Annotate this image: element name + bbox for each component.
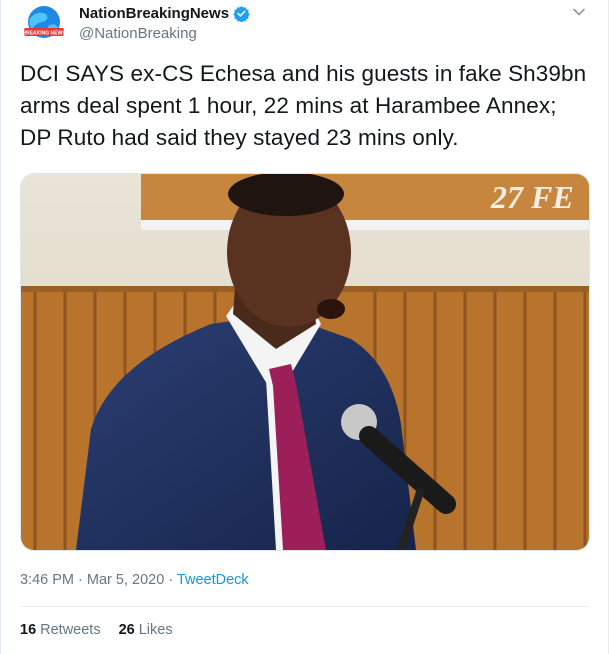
likes-label: Likes <box>138 622 173 638</box>
speaker-photo: 27 FE <box>21 174 589 550</box>
engagement-stats: 16 Retweets 26 Likes <box>20 622 173 638</box>
tweet-text: DCI SAYS ex-CS Echesa and his guests in … <box>20 61 587 150</box>
retweets-stat[interactable]: 16 Retweets <box>20 622 101 638</box>
meta-separator: · <box>168 572 177 588</box>
tweet-date[interactable]: Mar 5, 2020 <box>87 572 164 588</box>
verified-badge-icon <box>233 6 250 22</box>
avatar[interactable]: BREAKING NEWS <box>20 2 68 50</box>
retweets-label: Retweets <box>40 622 101 638</box>
tweet-meta: 3:46 PM · Mar 5, 2020 · TweetDeck <box>20 572 249 588</box>
tweet-photo[interactable]: 27 FE <box>20 173 590 551</box>
globe-logo-icon: BREAKING NEWS <box>22 6 66 38</box>
divider <box>20 606 589 607</box>
likes-count: 26 <box>118 622 135 638</box>
avatar-logo-text: BREAKING NEWS <box>22 31 66 37</box>
tweet-time[interactable]: 3:46 PM <box>20 572 74 588</box>
banner-text: 27 FE <box>490 179 574 215</box>
chevron-down-icon[interactable] <box>572 5 586 19</box>
author-name-row: NationBreakingNews <box>79 5 250 22</box>
likes-stat[interactable]: 26 Likes <box>119 622 173 638</box>
tweet-card: BREAKING NEWS NationBreakingNews @Nation… <box>0 0 609 654</box>
tweet-source-link[interactable]: TweetDeck <box>177 572 249 588</box>
user-handle[interactable]: @NationBreaking <box>79 25 197 42</box>
display-name[interactable]: NationBreakingNews <box>79 5 229 22</box>
retweets-count: 16 <box>20 622 37 638</box>
meta-separator: · <box>78 572 87 588</box>
